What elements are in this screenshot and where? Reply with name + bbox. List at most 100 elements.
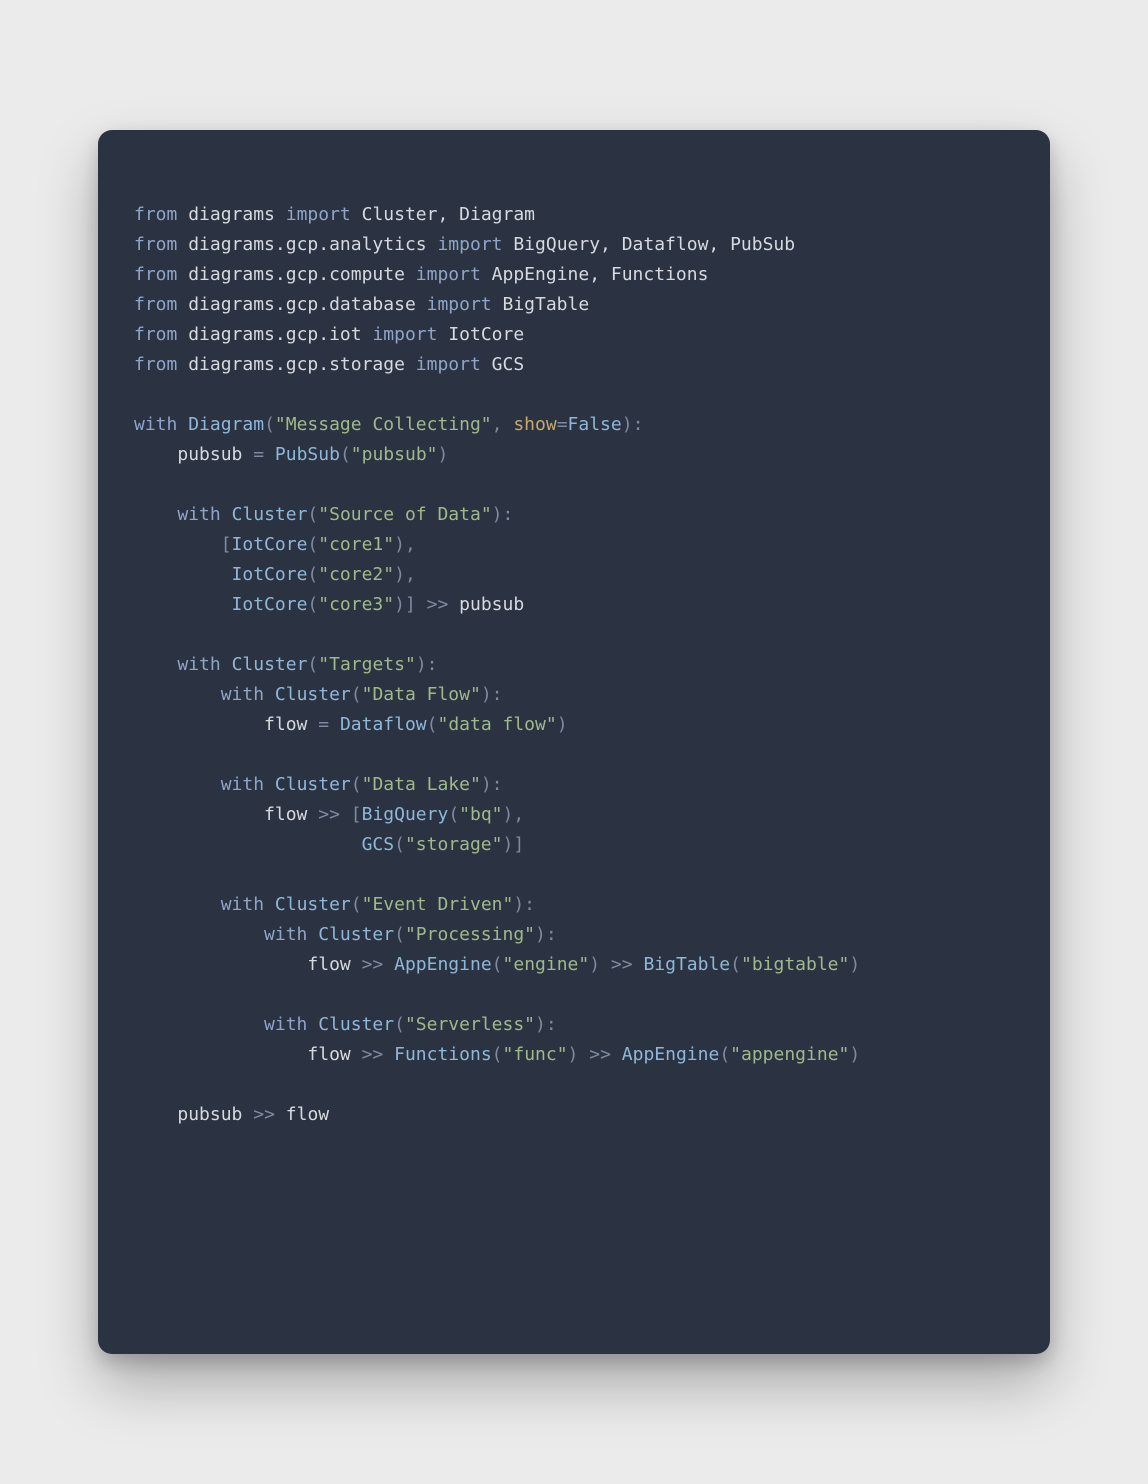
- colon: :: [546, 1014, 557, 1035]
- paren-open: (: [307, 534, 318, 555]
- keyword-with: with: [221, 894, 264, 915]
- string-literal: "Data Lake": [362, 774, 481, 795]
- string-literal: "bq": [459, 804, 502, 825]
- callable-diagram: Diagram: [188, 414, 264, 435]
- module-path: diagrams.gcp.iot: [188, 324, 361, 345]
- import-line: from diagrams.gcp.iot import IotCore: [134, 324, 524, 345]
- paren-close: ): [502, 834, 513, 855]
- expr-line: GCS("storage")]: [134, 834, 524, 855]
- colon: :: [492, 684, 503, 705]
- list-line: [IotCore("core1"),: [134, 534, 416, 555]
- paren-close: ): [438, 444, 449, 465]
- comma: ,: [405, 564, 416, 585]
- kwarg-name: show: [513, 414, 556, 435]
- with-line: with Cluster("Serverless"):: [134, 1014, 557, 1035]
- colon: :: [546, 924, 557, 945]
- with-line: with Cluster("Source of Data"):: [134, 504, 513, 525]
- module-path: diagrams.gcp.database: [188, 294, 416, 315]
- colon: :: [492, 774, 503, 795]
- callable-pubsub: PubSub: [275, 444, 340, 465]
- keyword-from: from: [134, 294, 177, 315]
- string-literal: "appengine": [730, 1044, 849, 1065]
- with-line: with Cluster("Data Lake"):: [134, 774, 503, 795]
- string-literal: "Message Collecting": [275, 414, 492, 435]
- colon: :: [503, 504, 514, 525]
- with-line: with Cluster("Processing"):: [134, 924, 557, 945]
- paren-close: ): [394, 534, 405, 555]
- expr-line: flow >> [BigQuery("bq"),: [134, 804, 524, 825]
- paren-close: ): [535, 1014, 546, 1035]
- paren-close: ): [513, 894, 524, 915]
- paren-open: (: [719, 1044, 730, 1065]
- callable-gcs: GCS: [362, 834, 395, 855]
- import-names: Cluster, Diagram: [362, 204, 535, 225]
- keyword-with: with: [177, 504, 220, 525]
- import-names: GCS: [492, 354, 525, 375]
- paren-close: ): [849, 1044, 860, 1065]
- paren-close: ): [557, 714, 568, 735]
- bracket-close: ]: [405, 594, 416, 615]
- var-name: flow: [307, 1044, 350, 1065]
- colon: :: [633, 414, 644, 435]
- bracket-open: [: [221, 534, 232, 555]
- operator-shift: >>: [318, 804, 340, 825]
- var-name: flow: [307, 954, 350, 975]
- operator-shift: >>: [589, 1044, 611, 1065]
- import-line: from diagrams.gcp.storage import GCS: [134, 354, 524, 375]
- keyword-import: import: [427, 294, 492, 315]
- paren-close: ): [589, 954, 600, 975]
- paren-open: (: [351, 684, 362, 705]
- paren-close: ): [568, 1044, 579, 1065]
- callable-cluster: Cluster: [275, 894, 351, 915]
- callable-iotcore: IotCore: [232, 564, 308, 585]
- equals: =: [318, 714, 329, 735]
- comma: ,: [513, 804, 524, 825]
- keyword-with: with: [177, 654, 220, 675]
- keyword-with: with: [221, 684, 264, 705]
- list-line: IotCore("core3")] >> pubsub: [134, 594, 524, 615]
- module-path: diagrams: [188, 204, 275, 225]
- import-line: from diagrams import Cluster, Diagram: [134, 204, 535, 225]
- import-names: IotCore: [448, 324, 524, 345]
- callable-dataflow: Dataflow: [340, 714, 427, 735]
- var-name: pubsub: [177, 1104, 242, 1125]
- string-literal: "core3": [318, 594, 394, 615]
- string-literal: "Data Flow": [362, 684, 481, 705]
- callable-iotcore: IotCore: [232, 594, 308, 615]
- string-literal: "bigtable": [741, 954, 849, 975]
- paren-open: (: [394, 834, 405, 855]
- bracket-close: ]: [513, 834, 524, 855]
- callable-appengine: AppEngine: [394, 954, 492, 975]
- keyword-import: import: [372, 324, 437, 345]
- bracket-open: [: [351, 804, 362, 825]
- expr-line: pubsub >> flow: [134, 1104, 329, 1125]
- with-line: with Diagram("Message Collecting", show=…: [134, 414, 643, 435]
- list-line: IotCore("core2"),: [134, 564, 416, 585]
- paren-close: ): [416, 654, 427, 675]
- paren-open: (: [427, 714, 438, 735]
- paren-open: (: [307, 654, 318, 675]
- code-card: from diagrams import Cluster, Diagram fr…: [98, 130, 1050, 1354]
- module-path: diagrams.gcp.compute: [188, 264, 405, 285]
- with-line: with Cluster("Event Driven"):: [134, 894, 535, 915]
- callable-cluster: Cluster: [318, 1014, 394, 1035]
- callable-bigquery: BigQuery: [362, 804, 449, 825]
- bool-literal: False: [568, 414, 622, 435]
- code-block: from diagrams import Cluster, Diagram fr…: [134, 200, 1014, 1130]
- import-names: BigTable: [503, 294, 590, 315]
- keyword-from: from: [134, 234, 177, 255]
- callable-cluster: Cluster: [318, 924, 394, 945]
- paren-close: ): [849, 954, 860, 975]
- paren-open: (: [351, 774, 362, 795]
- operator-shift: >>: [362, 954, 384, 975]
- with-line: with Cluster("Data Flow"):: [134, 684, 503, 705]
- paren-open: (: [351, 894, 362, 915]
- equals: =: [557, 414, 568, 435]
- assign-line: pubsub = PubSub("pubsub"): [134, 444, 448, 465]
- var-name: flow: [264, 714, 307, 735]
- expr-line: flow >> Functions("func") >> AppEngine("…: [134, 1044, 860, 1065]
- import-names: AppEngine, Functions: [492, 264, 709, 285]
- string-literal: "Source of Data": [318, 504, 491, 525]
- keyword-import: import: [416, 354, 481, 375]
- module-path: diagrams.gcp.storage: [188, 354, 405, 375]
